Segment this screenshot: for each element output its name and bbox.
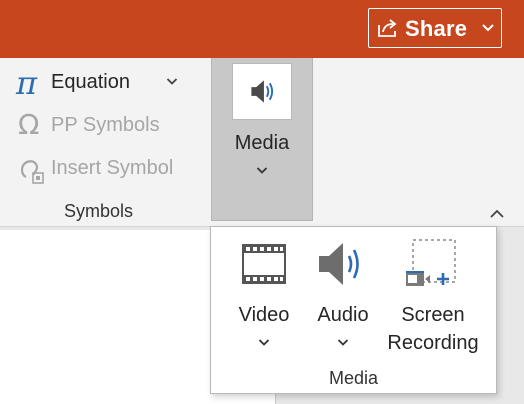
- screen-recording-button[interactable]: Screen Recording: [383, 227, 483, 367]
- pp-symbols-button[interactable]: PP Symbols: [51, 114, 160, 137]
- equation-dropdown-chevron-icon[interactable]: [166, 77, 178, 86]
- collapse-ribbon-icon[interactable]: [489, 208, 505, 219]
- speaker-icon: [319, 243, 359, 285]
- equation-button[interactable]: Equation: [51, 71, 130, 94]
- video-button[interactable]: Video: [229, 227, 299, 367]
- omega-icon: Ω: [18, 108, 40, 141]
- video-label: Video: [238, 304, 290, 326]
- media-dropdown-menu: Video Audio Screen Recording Media: [210, 226, 497, 394]
- share-icon: [378, 19, 397, 37]
- symbols-group-label: Symbols: [64, 201, 134, 221]
- insert-symbol-button[interactable]: Insert Symbol: [51, 157, 173, 180]
- equation-icon[interactable]: π: [16, 67, 37, 99]
- share-button[interactable]: Share: [368, 8, 502, 48]
- screen-recording-label-line1: Screen: [401, 304, 465, 326]
- insert-symbol-icon: [20, 160, 44, 184]
- audio-label: Audio: [317, 304, 369, 326]
- media-group-label: Media: [328, 368, 379, 388]
- chevron-down-icon: [482, 24, 494, 32]
- media-button[interactable]: Media: [211, 58, 313, 221]
- chevron-down-icon: [256, 167, 268, 174]
- media-tile: [232, 63, 292, 120]
- chevron-down-icon: [337, 339, 349, 346]
- chevron-down-icon: [258, 339, 270, 346]
- speaker-icon: [251, 80, 274, 103]
- audio-button[interactable]: Audio: [308, 227, 378, 367]
- screen-recording-icon: [406, 239, 456, 286]
- media-label: Media: [234, 132, 290, 154]
- screen-recording-label-line2: Recording: [387, 332, 479, 354]
- film-icon: [242, 244, 286, 284]
- share-label: Share: [405, 16, 468, 41]
